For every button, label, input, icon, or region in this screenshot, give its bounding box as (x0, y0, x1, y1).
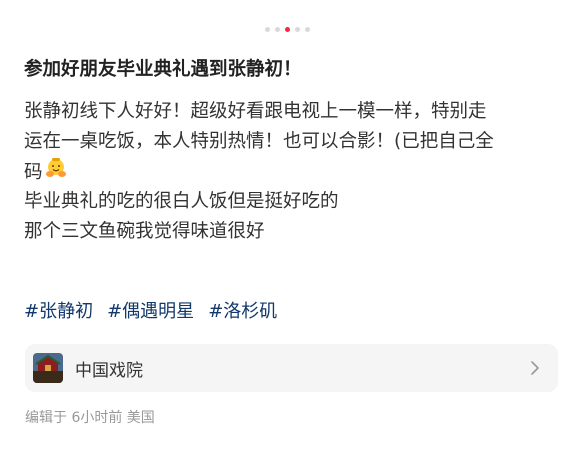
theater-thumbnail (33, 353, 63, 383)
hashtag-link[interactable]: #洛杉矶 (208, 298, 277, 326)
carousel-indicator (0, 27, 574, 32)
location-name: 中国戏院 (75, 360, 143, 381)
hashtag-link[interactable]: #张静初 (24, 298, 93, 326)
post-body-line-with-emoji: 码 (24, 157, 559, 187)
post-body-line: 运在一桌吃饭，本人特别热情！也可以合影！(已把自己全 (24, 131, 494, 152)
hugging-face-emoji-icon (45, 157, 67, 189)
post-title: 参加好朋友毕业典礼遇到张静初！ (24, 59, 302, 80)
post-tags: #张静初 #偶遇明星 #洛杉矶 (24, 298, 277, 326)
location-card[interactable]: 中国戏院 (25, 344, 558, 392)
hashtag-link[interactable]: #偶遇明星 (107, 298, 194, 326)
post-meta: 编辑于 6小时前 美国 (25, 410, 155, 426)
post-body: 张静初线下人好好！超级好看跟电视上一模一样，特别走 运在一桌吃饭，本人特别热情！… (24, 97, 559, 247)
chevron-right-icon (530, 360, 540, 376)
carousel-dot[interactable] (304, 27, 310, 32)
post-body-line: 张静初线下人好好！超级好看跟电视上一模一样，特别走 (24, 101, 487, 122)
carousel-dot[interactable] (274, 27, 280, 32)
carousel-dot[interactable] (264, 27, 270, 32)
post-body-line: 那个三文鱼碗我觉得味道很好 (24, 221, 265, 242)
post-body-line: 毕业典礼的吃的很白人饭但是挺好吃的 (24, 191, 339, 212)
post-body-line: 码 (24, 162, 43, 183)
carousel-dot[interactable] (294, 27, 300, 32)
carousel-dot-active[interactable] (284, 27, 290, 32)
